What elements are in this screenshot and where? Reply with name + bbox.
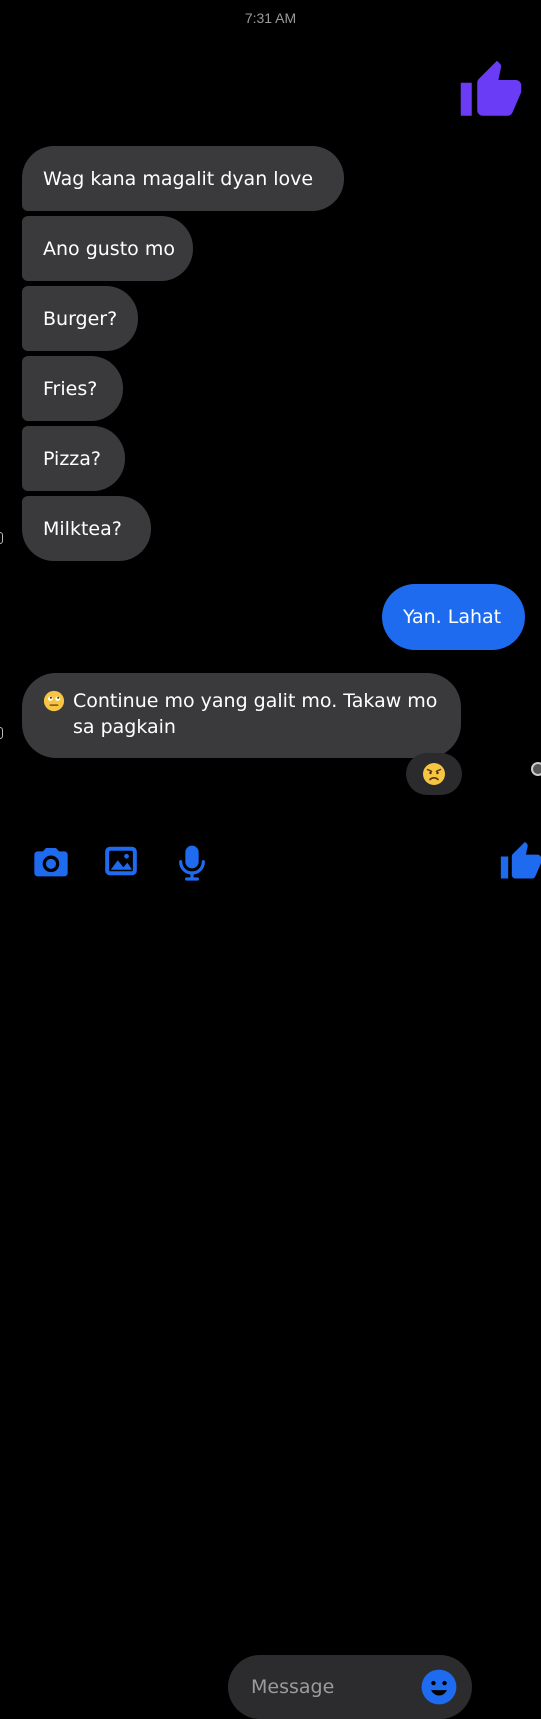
message-text: Pizza? <box>43 447 101 470</box>
microphone-icon[interactable] <box>176 842 208 884</box>
message-bubble[interactable]: Milktea? <box>22 496 151 561</box>
read-receipt-icon <box>0 532 3 544</box>
message-text: Yan. Lahat <box>403 606 502 628</box>
message-bubble[interactable]: Ano gusto mo <box>22 216 193 281</box>
message-bubble[interactable]: Pizza? <box>22 426 125 491</box>
read-receipt-icon <box>0 727 3 739</box>
smiley-icon[interactable] <box>420 1668 458 1706</box>
thumbs-up-icon[interactable] <box>458 58 524 124</box>
message-bubble[interactable]: Continue mo yang galit mo. Takaw mo sa p… <box>22 673 461 758</box>
angry-face-icon <box>423 763 445 785</box>
composer-toolbar <box>0 826 541 1719</box>
message-text: Milktea? <box>43 517 122 540</box>
camera-icon[interactable] <box>30 843 72 883</box>
seen-avatar <box>531 762 541 776</box>
message-reaction[interactable] <box>406 753 462 795</box>
message-text: Continue mo yang galit mo. Takaw mo sa p… <box>73 690 438 738</box>
message-text: Burger? <box>43 307 118 330</box>
face-with-rolling-eyes-icon <box>43 690 65 712</box>
thumbs-up-icon[interactable] <box>499 840 541 884</box>
message-text: Ano gusto mo <box>43 237 175 260</box>
message-text: Fries? <box>43 377 98 400</box>
sent-message-bubble[interactable]: Yan. Lahat <box>382 584 525 650</box>
message-text: Wag kana magalit dyan love <box>43 167 314 190</box>
timestamp: 7:31 AM <box>244 10 297 26</box>
image-icon[interactable] <box>102 842 140 880</box>
message-input[interactable] <box>249 1675 413 1699</box>
message-bubble[interactable]: Wag kana magalit dyan love <box>22 146 344 211</box>
message-bubble[interactable]: Burger? <box>22 286 138 351</box>
message-bubble[interactable]: Fries? <box>22 356 123 421</box>
message-input-container[interactable] <box>228 1655 472 1719</box>
